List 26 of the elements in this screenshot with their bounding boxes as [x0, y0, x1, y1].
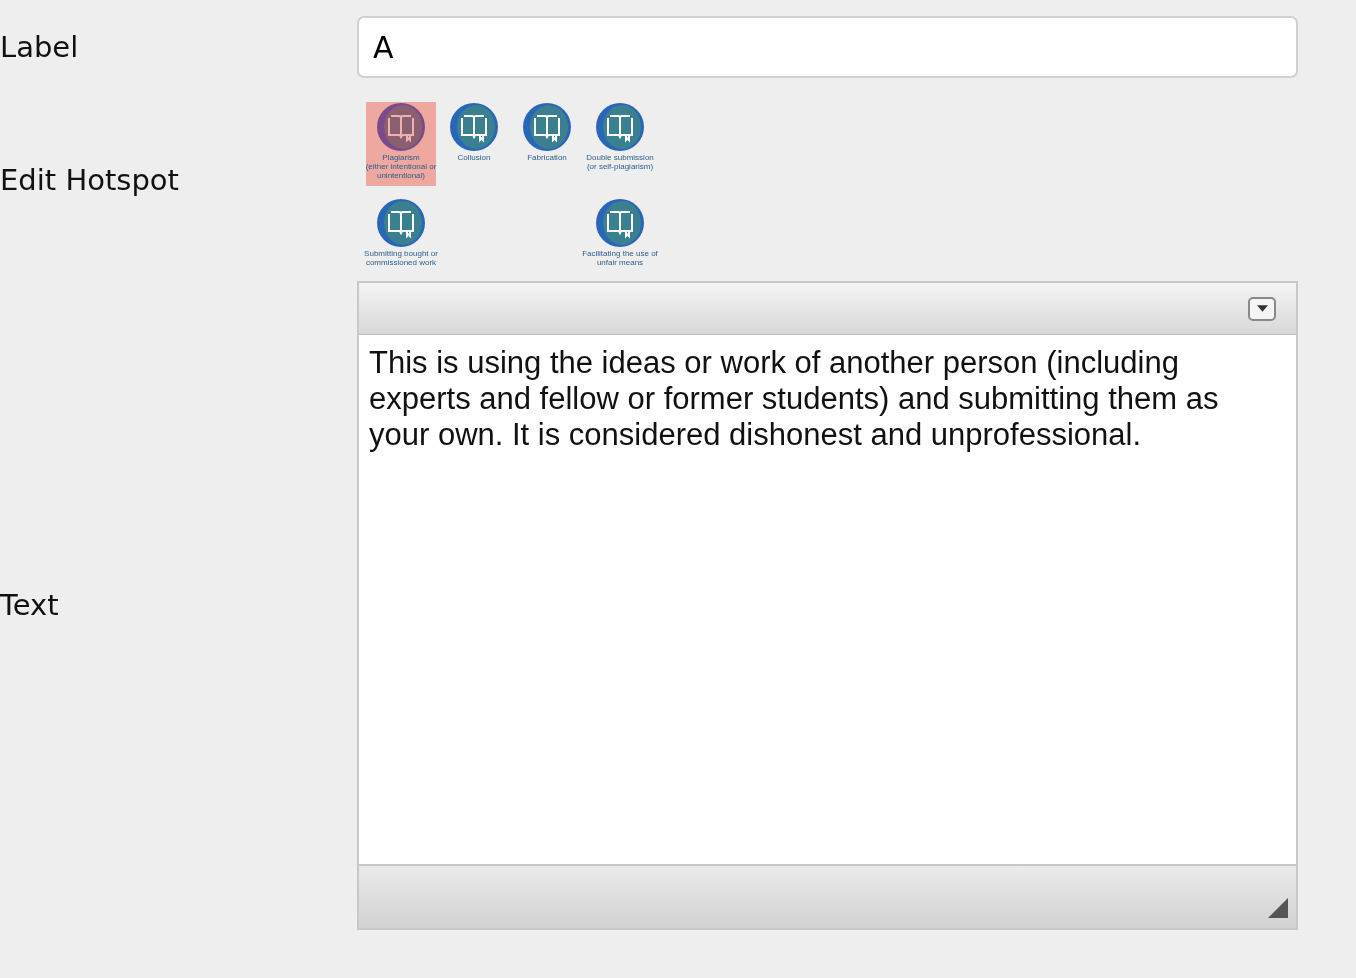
hotspot-label: Collusion [457, 153, 491, 163]
book-icon [596, 199, 644, 247]
dropdown-button[interactable] [1248, 296, 1276, 321]
hotspot-label: Submitting bought or commissioned work [364, 249, 438, 268]
hotspot-label: Plagiarism (either intentional or unintentional) [365, 153, 437, 181]
hotspot-item[interactable]: Submitting bought or commissioned work [366, 198, 436, 274]
caret-icon [1256, 305, 1268, 312]
resize-handle-icon[interactable] [1268, 898, 1288, 918]
hotspot-label: Double submission (or self-plagiarism) [586, 153, 654, 172]
text-editor[interactable]: This is using the ideas or work of another person (including experts and fellow or former students) and submitting them as your own. It is considered dishonest and unprofessional. [357, 281, 1298, 930]
book-icon [377, 199, 425, 247]
field-label: Text [0, 591, 60, 620]
editor-text: This is using the ideas or work of another person (including experts and fellow or former students) and submitting them as your own. It is considered dishonest and unprofessional. [369, 345, 1219, 452]
hotspot-item[interactable]: Fabrication [512, 102, 582, 178]
hotspot-label: Facilitating the use of unfair means [582, 249, 658, 268]
book-icon [523, 103, 571, 151]
hotspot-item[interactable]: Collusion [439, 102, 509, 178]
book-icon [450, 103, 498, 151]
field-label: Label [0, 29, 80, 66]
book-icon [377, 103, 425, 151]
field-label: Edit Hotspot [0, 162, 180, 199]
hotspot-item[interactable]: Double submission (or self-plagiarism) [585, 102, 655, 178]
book-icon [596, 103, 644, 151]
hotspot-label: Fabrication [527, 153, 567, 163]
label-input[interactable]: A [357, 16, 1298, 78]
hotspot-item[interactable]: Plagiarism (either intentional or unintentional) [366, 102, 436, 186]
